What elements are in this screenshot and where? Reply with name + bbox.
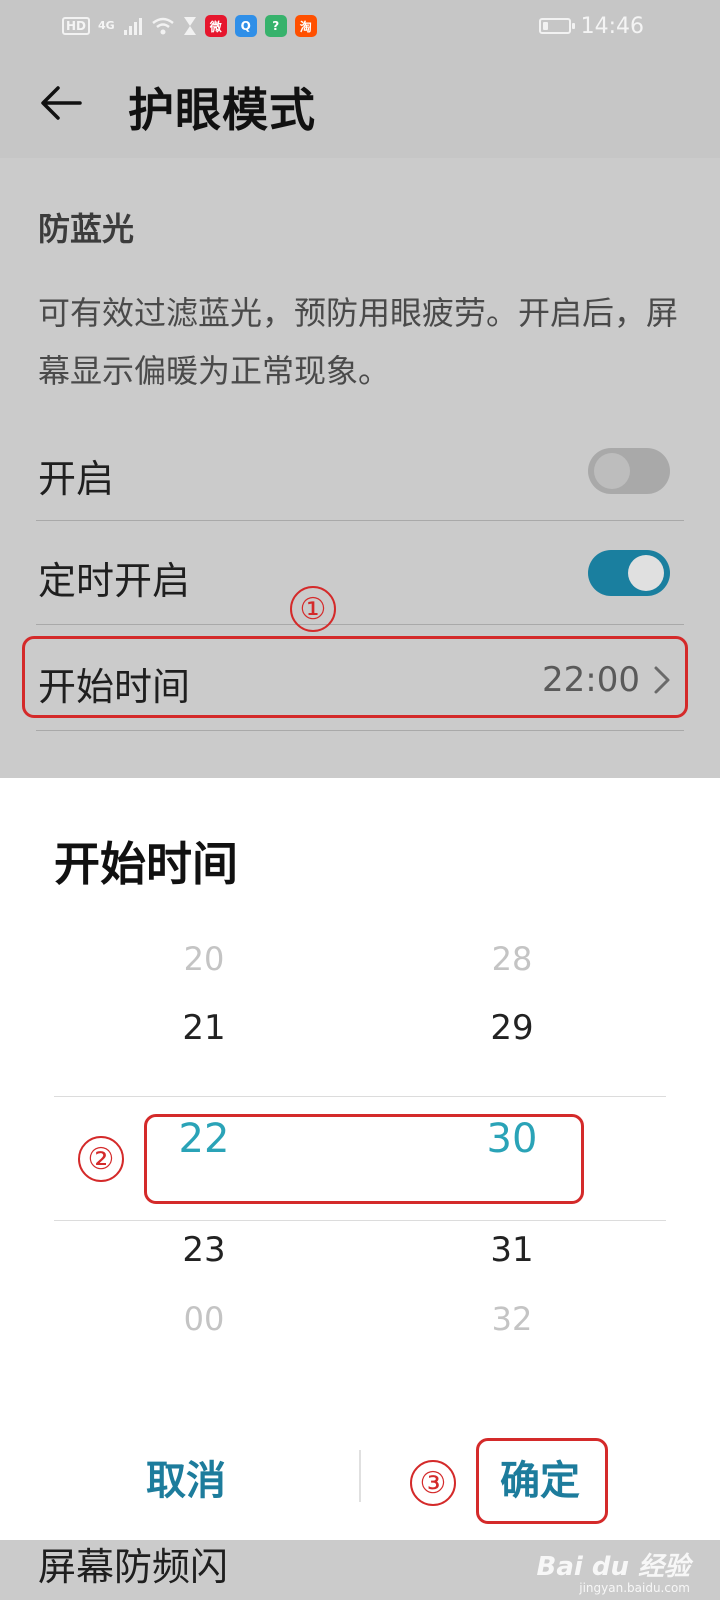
- divider: [36, 730, 684, 731]
- status-right: 14:46: [538, 12, 644, 40]
- section-description: 可有效过滤蓝光，预防用眼疲劳。开启后，屏幕显示偏暖为正常现象。: [38, 294, 679, 390]
- weibo-icon: 微: [204, 15, 227, 37]
- status-bar: HD 4G 微 Q ? 淘 14:46: [0, 0, 720, 52]
- app-bar: 护眼模式: [0, 52, 720, 158]
- battery-icon: [538, 18, 575, 34]
- hour-option[interactable]: 00: [144, 1300, 264, 1338]
- hourglass-icon: [183, 17, 196, 35]
- qq-browser-icon: Q: [234, 15, 257, 37]
- schedule-row[interactable]: 定时开启: [38, 522, 684, 622]
- taobao-icon: 淘: [294, 15, 317, 37]
- hour-option[interactable]: 21: [144, 1008, 264, 1048]
- wifi-icon: [151, 17, 174, 35]
- switch-knob: [628, 555, 664, 591]
- watermark-logo: Bai du 经验: [536, 1552, 691, 1582]
- minute-option[interactable]: 32: [452, 1300, 572, 1338]
- annotation-number-3: ③: [410, 1460, 456, 1506]
- hour-option[interactable]: 23: [144, 1230, 264, 1270]
- page-title: 护眼模式: [128, 83, 316, 137]
- switch-knob: [594, 453, 630, 489]
- annotation-box-1: [22, 636, 688, 718]
- minute-option[interactable]: 28: [452, 940, 572, 978]
- watermark: Bai du 经验 jingyan.baidu.com: [537, 1546, 691, 1595]
- schedule-switch[interactable]: [588, 550, 670, 596]
- section-title: 防蓝光: [38, 210, 135, 248]
- minute-option[interactable]: 31: [452, 1230, 572, 1270]
- status-left-icons: HD 4G 微 Q ? 淘: [62, 12, 317, 40]
- button-separator: [359, 1450, 361, 1502]
- minute-option[interactable]: 29: [452, 1008, 572, 1048]
- annotation-number-2: ②: [78, 1136, 124, 1182]
- status-time: 14:46: [580, 13, 644, 39]
- settings-content: 防蓝光 可有效过滤蓝光，预防用眼疲劳。开启后，屏幕显示偏暖为正常现象。 开启 定…: [0, 158, 720, 778]
- cancel-button[interactable]: 取消: [116, 1448, 256, 1506]
- cell-signal-icon: [123, 18, 142, 35]
- next-setting-peek: 屏幕防频闪 Bai du 经验 jingyan.baidu.com: [0, 1540, 720, 1600]
- picker-selection-line-top: [54, 1096, 666, 1097]
- question-app-icon: ?: [264, 15, 287, 37]
- hd-badge: HD: [62, 17, 91, 35]
- back-arrow-icon[interactable]: [36, 78, 86, 128]
- annotation-box-3: [476, 1438, 608, 1524]
- picker-title: 开始时间: [54, 837, 238, 891]
- watermark-url: jingyan.baidu.com: [579, 1581, 690, 1595]
- enable-switch[interactable]: [588, 448, 670, 494]
- schedule-label: 定时开启: [38, 559, 191, 603]
- enable-row[interactable]: 开启: [38, 420, 684, 520]
- divider: [36, 520, 684, 521]
- enable-label: 开启: [38, 457, 115, 501]
- divider: [36, 624, 684, 625]
- battery-fill: [542, 22, 548, 30]
- signal-type: 4G: [98, 19, 115, 32]
- annotation-number-1: ①: [290, 586, 336, 632]
- time-picker-sheet: 开始时间 20 21 22 23 00 28 29 30 31 32 ② 取消 …: [0, 778, 720, 1540]
- next-setting-label[interactable]: 屏幕防频闪: [38, 1540, 228, 1591]
- picker-selection-line-bottom: [54, 1220, 666, 1221]
- annotation-box-2: [144, 1114, 584, 1204]
- hour-option[interactable]: 20: [144, 940, 264, 978]
